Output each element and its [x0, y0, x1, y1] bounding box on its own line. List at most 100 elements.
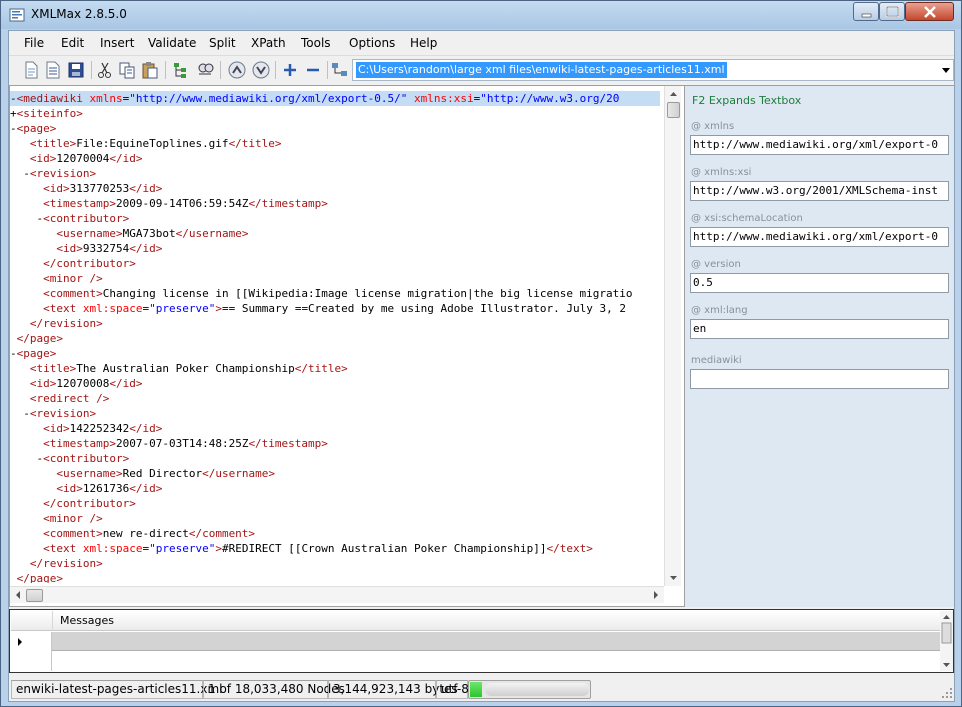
move-up-icon[interactable] — [227, 60, 247, 80]
attribute-value-field[interactable]: 0.5 — [690, 273, 949, 293]
navigate-icon[interactable] — [330, 60, 350, 80]
xml-editor[interactable]: -<mediawiki xmlns="http://www.mediawiki.… — [9, 85, 685, 607]
xml-line[interactable]: </page> — [10, 331, 660, 346]
attribute-value-field[interactable]: http://www.mediawiki.org/xml/export-0 — [690, 227, 949, 247]
xml-line[interactable]: <title>The Australian Poker Championship… — [10, 361, 660, 376]
xml-line[interactable]: <id>12070004</id> — [10, 151, 660, 166]
expand-icon[interactable] — [280, 60, 300, 80]
xml-line[interactable]: <comment>new re-direct</comment> — [10, 526, 660, 541]
xml-line[interactable]: <id>142252342</id> — [10, 421, 660, 436]
xml-line[interactable]: <id>12070008</id> — [10, 376, 660, 391]
copy-icon[interactable] — [117, 60, 137, 80]
menu-options[interactable]: Options — [349, 36, 395, 50]
scroll-thumb[interactable] — [667, 102, 680, 118]
xml-line[interactable]: </page> — [10, 571, 660, 583]
menu-tools[interactable]: Tools — [301, 36, 331, 50]
xml-line[interactable]: <id>1261736</id> — [10, 481, 660, 496]
messages-row[interactable] — [11, 632, 940, 651]
collapse-node-icon[interactable]: - — [10, 122, 17, 135]
xml-line[interactable]: <id>313770253</id> — [10, 181, 660, 196]
find-icon[interactable] — [195, 60, 215, 80]
xml-tree[interactable]: -<mediawiki xmlns="http://www.mediawiki.… — [10, 91, 660, 583]
expand-node-icon[interactable]: + — [10, 107, 17, 120]
new-file-icon[interactable] — [21, 60, 41, 80]
open-file-icon[interactable] — [43, 60, 63, 80]
xml-line[interactable]: +<siteinfo> — [10, 106, 660, 121]
xml-line[interactable]: </contributor> — [10, 256, 660, 271]
xml-vertical-scrollbar[interactable] — [664, 86, 681, 586]
scroll-arrows-icon — [941, 615, 952, 667]
tree-view-icon[interactable] — [171, 60, 191, 80]
messages-column-header[interactable]: Messages — [52, 611, 940, 631]
attribute-value-field[interactable]: http://www.mediawiki.org/xml/export-0 — [690, 135, 949, 155]
xml-tag: <comment> — [43, 527, 103, 540]
menu-xpath[interactable]: XPath — [251, 36, 286, 50]
menu-insert[interactable]: Insert — [100, 36, 134, 50]
collapse-node-icon[interactable]: - — [10, 92, 17, 105]
collapse-node-icon[interactable]: - — [10, 347, 17, 360]
xml-line[interactable]: <redirect /> — [10, 391, 660, 406]
attribute-value-field[interactable]: http://www.w3.org/2001/XMLSchema-inst — [690, 181, 949, 201]
xml-line[interactable]: <timestamp>2009-09-14T06:59:54Z</timesta… — [10, 196, 660, 211]
xml-line[interactable]: -<contributor> — [10, 211, 660, 226]
status-encoding: utf-8 — [436, 680, 469, 699]
xml-line[interactable]: <text xml:space="preserve">== Summary ==… — [10, 301, 660, 316]
xml-line[interactable]: <id>9332754</id> — [10, 241, 660, 256]
xml-line[interactable]: </revision> — [10, 316, 660, 331]
xml-line[interactable]: <username>MGA73bot</username> — [10, 226, 660, 241]
file-path-text[interactable]: C:\Users\random\large xml files\enwiki-l… — [356, 62, 727, 78]
xml-line[interactable]: <title>File:EquineToplines.gif</title> — [10, 136, 660, 151]
xml-line[interactable]: -<page> — [10, 346, 660, 361]
collapse-icon[interactable] — [303, 60, 323, 80]
collapse-node-icon[interactable]: - — [23, 167, 30, 180]
xml-line[interactable]: -<revision> — [10, 166, 660, 181]
xml-line[interactable]: -<revision> — [10, 406, 660, 421]
scroll-up-icon[interactable] — [665, 86, 682, 102]
minimize-button[interactable] — [853, 2, 879, 21]
scroll-right-icon[interactable] — [647, 587, 664, 603]
xml-line[interactable]: <timestamp>2007-07-03T14:48:25Z</timesta… — [10, 436, 660, 451]
attribute-value-field[interactable]: en — [690, 319, 949, 339]
move-down-icon[interactable] — [251, 60, 271, 80]
attribute-value-field[interactable] — [690, 369, 949, 389]
messages-row[interactable] — [11, 651, 940, 671]
toggle-space — [23, 392, 30, 405]
toolbar: C:\Users\random\large xml files\enwiki-l… — [9, 55, 954, 83]
xml-line[interactable]: <minor /> — [10, 271, 660, 286]
maximize-button[interactable] — [879, 2, 905, 21]
xml-line[interactable]: <username>Red Director</username> — [10, 466, 660, 481]
resize-grip-icon[interactable] — [941, 687, 953, 699]
chevron-down-icon[interactable] — [941, 66, 951, 74]
close-button[interactable] — [905, 2, 954, 21]
xml-text: 12070004 — [56, 152, 110, 165]
menu-edit[interactable]: Edit — [61, 36, 84, 50]
collapse-node-icon[interactable]: - — [23, 407, 30, 420]
scroll-thumb[interactable] — [26, 589, 43, 602]
xml-line[interactable]: <text xml:space="preserve">#REDIRECT [[C… — [10, 541, 660, 556]
messages-grid[interactable]: Messages — [9, 609, 954, 673]
paste-icon[interactable] — [140, 60, 160, 80]
xml-line[interactable]: </revision> — [10, 556, 660, 571]
xml-line[interactable]: </contributor> — [10, 496, 660, 511]
xml-line[interactable]: <minor /> — [10, 511, 660, 526]
scroll-down-icon[interactable] — [665, 570, 682, 586]
xml-line[interactable]: -<page> — [10, 121, 660, 136]
xml-line[interactable]: <comment>Changing license in [[Wikipedia… — [10, 286, 660, 301]
messages-scrollbar[interactable] — [940, 611, 953, 671]
save-icon[interactable] — [66, 60, 86, 80]
menu-help[interactable]: Help — [410, 36, 437, 50]
xml-line[interactable]: -<contributor> — [10, 451, 660, 466]
menu-file[interactable]: File — [24, 36, 44, 50]
title-bar[interactable]: XMLMax 2.8.5.0 — [1, 1, 961, 29]
attribute-label: @ xmlns:xsi — [691, 167, 752, 178]
file-path-combobox[interactable]: C:\Users\random\large xml files\enwiki-l… — [352, 59, 954, 81]
xml-horizontal-scrollbar[interactable] — [10, 586, 664, 603]
cut-icon[interactable] — [95, 60, 115, 80]
menu-split[interactable]: Split — [209, 36, 236, 50]
xml-line[interactable]: -<mediawiki xmlns="http://www.mediawiki.… — [10, 91, 660, 106]
scroll-left-icon[interactable] — [10, 587, 27, 603]
menu-validate[interactable]: Validate — [148, 36, 196, 50]
xml-text: 2009-09-14T06:59:54Z — [115, 197, 249, 210]
xml-tag: <siteinfo> — [16, 107, 83, 120]
